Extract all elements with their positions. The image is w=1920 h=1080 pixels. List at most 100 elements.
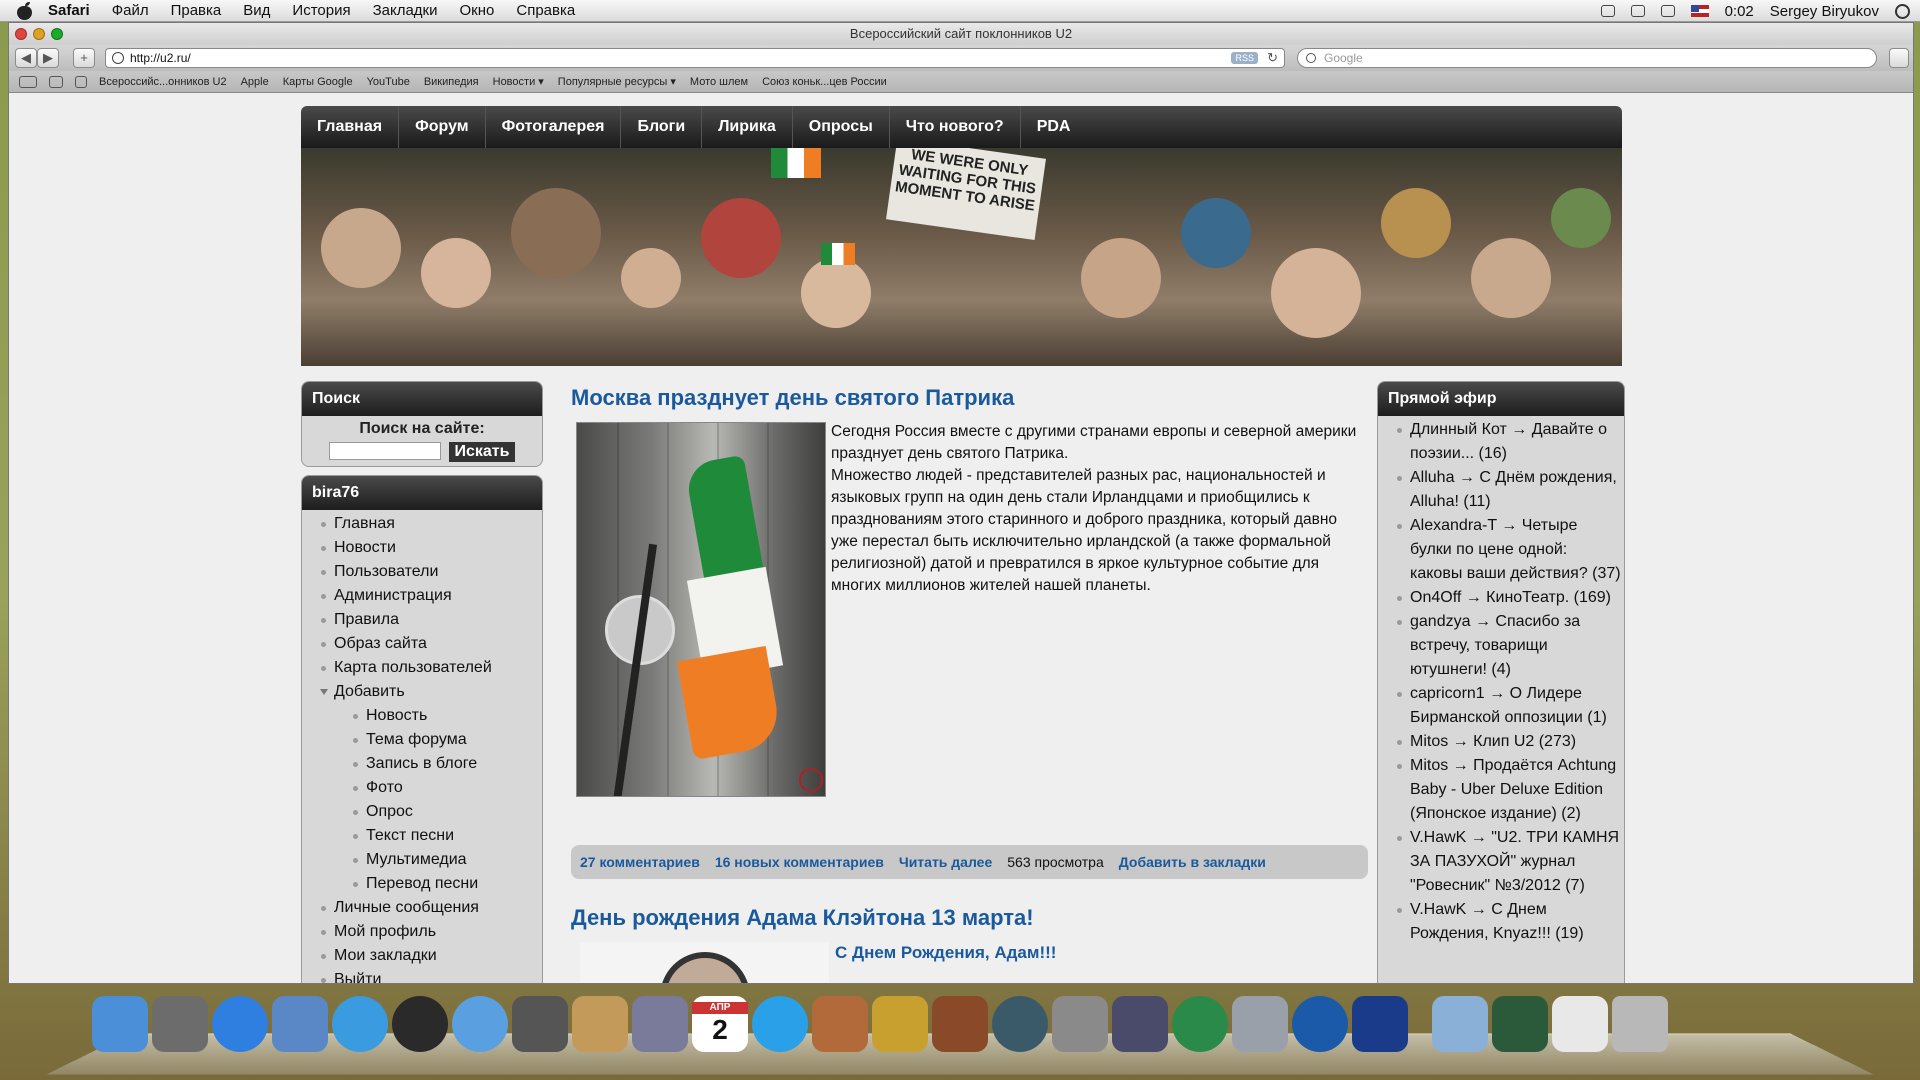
menu-clock[interactable]: 0:02 <box>1725 3 1754 20</box>
user-menu-item[interactable]: Главная <box>302 512 542 536</box>
comments-link[interactable]: 27 комментариев <box>580 854 700 870</box>
imovie-icon[interactable] <box>872 996 928 1052</box>
bookmark-item[interactable]: Популярные ресурсы ▾ <box>558 75 676 88</box>
quicktime-icon[interactable] <box>1292 996 1348 1052</box>
user-menu-item[interactable]: Выйти <box>302 968 542 983</box>
user-submenu-item[interactable]: Перевод песни <box>302 872 542 896</box>
menu-file[interactable]: Файл <box>112 2 149 19</box>
apple-icon[interactable] <box>16 1 34 20</box>
live-feed-item[interactable]: Alexandra-T → Четыре булки по цене одной… <box>1378 514 1622 586</box>
live-feed-item[interactable]: Alluha → С Днём рождения, Alluha! (11) <box>1378 466 1622 514</box>
address-bar[interactable]: http://u2.ru/ RSS ↻ <box>105 48 1285 68</box>
user-menu-item[interactable]: Карта пользователей <box>302 656 542 680</box>
nav-forum[interactable]: Форум <box>399 106 486 148</box>
facetime-icon[interactable] <box>512 996 568 1052</box>
garageband-icon[interactable] <box>932 996 988 1052</box>
app-store-icon[interactable] <box>212 996 268 1052</box>
user-submenu-item[interactable]: Фото <box>302 776 542 800</box>
site-search-button[interactable]: Искать <box>448 442 516 462</box>
bookmark-item[interactable]: Всероссийс...онников U2 <box>99 76 227 88</box>
bookmark-item[interactable]: Союз коньк...цев России <box>762 76 887 88</box>
user-submenu-item[interactable]: Новость <box>302 704 542 728</box>
user-submenu-item[interactable]: Мультимедиа <box>302 848 542 872</box>
system-preferences-icon[interactable] <box>1052 996 1108 1052</box>
bookmark-item[interactable]: YouTube <box>367 76 410 88</box>
script-editor-icon[interactable] <box>1112 996 1168 1052</box>
menu-bookmarks[interactable]: Закладки <box>373 2 438 19</box>
dashboard-icon[interactable] <box>152 996 208 1052</box>
close-button[interactable] <box>15 28 27 40</box>
menu-view[interactable]: Вид <box>243 2 270 19</box>
search-field[interactable]: Google <box>1297 48 1877 68</box>
menu-history[interactable]: История <box>292 2 350 19</box>
globe-app-icon[interactable] <box>1172 996 1228 1052</box>
user-menu-item[interactable]: Пользователи <box>302 560 542 584</box>
site-search-input[interactable] <box>328 442 441 460</box>
address-book-icon[interactable] <box>572 996 628 1052</box>
bookmark-item[interactable]: Новости ▾ <box>493 75 544 88</box>
bookmark-item[interactable]: Википедия <box>424 76 479 88</box>
finder-icon[interactable] <box>92 996 148 1052</box>
user-submenu-item[interactable]: Тема форума <box>302 728 542 752</box>
user-menu-item[interactable]: Администрация <box>302 584 542 608</box>
user-menu-item[interactable]: Правила <box>302 608 542 632</box>
article-photo[interactable] <box>576 422 826 797</box>
bookmarks-book-icon[interactable] <box>49 75 63 88</box>
bookmark-item[interactable]: Карты Google <box>283 76 353 88</box>
live-feed-item[interactable]: gandzya → Спасибо за встречу, товарищи ю… <box>1378 610 1622 682</box>
spotlight-icon[interactable] <box>1895 3 1910 19</box>
user-submenu-item[interactable]: Текст песни <box>302 824 542 848</box>
trash-icon[interactable] <box>1612 996 1668 1052</box>
live-feed-item[interactable]: V.HawK → "U2. ТРИ КАМНЯ ЗА ПАЗУХОЙ" журн… <box>1378 826 1622 898</box>
printer-icon[interactable] <box>1232 996 1288 1052</box>
iphoto-icon[interactable] <box>812 996 868 1052</box>
bookmark-item[interactable]: Apple <box>241 76 269 88</box>
live-feed-item[interactable]: capricorn1 → О Лидере Бирманской оппозиц… <box>1378 682 1622 730</box>
volume-icon[interactable] <box>1630 5 1645 17</box>
uk-flag-icon[interactable] <box>1352 996 1408 1052</box>
top-sites-icon[interactable] <box>75 75 87 88</box>
user-menu-item[interactable]: Мои закладки <box>302 944 542 968</box>
user-menu-item[interactable]: Образ сайта <box>302 632 542 656</box>
time-machine-dock-icon[interactable] <box>992 996 1048 1052</box>
reading-list-icon[interactable] <box>19 75 37 88</box>
user-submenu-item[interactable]: Опрос <box>302 800 542 824</box>
downloads-stack-icon[interactable] <box>1552 996 1608 1052</box>
menu-help[interactable]: Справка <box>516 2 575 19</box>
ichat-icon[interactable] <box>452 996 508 1052</box>
download-icon[interactable] <box>1889 48 1909 68</box>
reload-icon[interactable]: ↻ <box>1267 49 1278 67</box>
wifi-icon[interactable] <box>1660 5 1675 17</box>
minimize-button[interactable] <box>33 28 45 40</box>
zoom-button[interactable] <box>51 28 63 40</box>
add-bookmark-button[interactable]: + <box>73 48 95 68</box>
live-feed-item[interactable]: Mitos → Продаётся Achtung Baby - Uber De… <box>1378 754 1622 826</box>
calendar-icon[interactable]: АПР 2 <box>692 996 748 1052</box>
live-feed-item[interactable]: Длинный Кот → Давайте о поэзии... (16) <box>1378 418 1622 466</box>
mail-icon[interactable] <box>272 996 328 1052</box>
add-bookmark-link[interactable]: Добавить в закладки <box>1119 854 1266 870</box>
us-flag-icon[interactable] <box>1690 5 1709 17</box>
safari-icon[interactable] <box>332 996 388 1052</box>
user-menu-item[interactable]: Личные сообщения <box>302 896 542 920</box>
article-title[interactable]: День рождения Адама Клэйтона 13 марта! <box>571 905 1034 931</box>
preview-icon[interactable] <box>632 996 688 1052</box>
launchpad-icon[interactable] <box>392 996 448 1052</box>
menu-edit[interactable]: Правка <box>171 2 222 19</box>
live-feed-item[interactable]: V.HawK → С Днем Рождения, Knyaz!!! (19) <box>1378 898 1622 946</box>
menu-window[interactable]: Окно <box>460 2 495 19</box>
user-submenu-item[interactable]: Запись в блоге <box>302 752 542 776</box>
menu-user[interactable]: Sergey Biryukov <box>1770 3 1879 20</box>
article2-photo[interactable] <box>580 942 829 983</box>
live-feed-item[interactable]: On4Off → КиноТеатр. (169) <box>1378 586 1622 610</box>
new-comments-link[interactable]: 16 новых комментариев <box>715 854 884 870</box>
itunes-icon[interactable] <box>752 996 808 1052</box>
forward-button[interactable]: ▶ <box>37 48 59 68</box>
article2-subtitle[interactable]: С Днем Рождения, Адам!!! <box>835 943 1056 963</box>
menu-app[interactable]: Safari <box>48 2 90 19</box>
nav-home[interactable]: Главная <box>301 106 400 148</box>
user-menu-item[interactable]: Мой профиль <box>302 920 542 944</box>
back-button[interactable]: ◀ <box>15 48 37 68</box>
rss-button[interactable]: RSS <box>1231 52 1258 64</box>
read-more-link[interactable]: Читать далее <box>899 854 992 870</box>
